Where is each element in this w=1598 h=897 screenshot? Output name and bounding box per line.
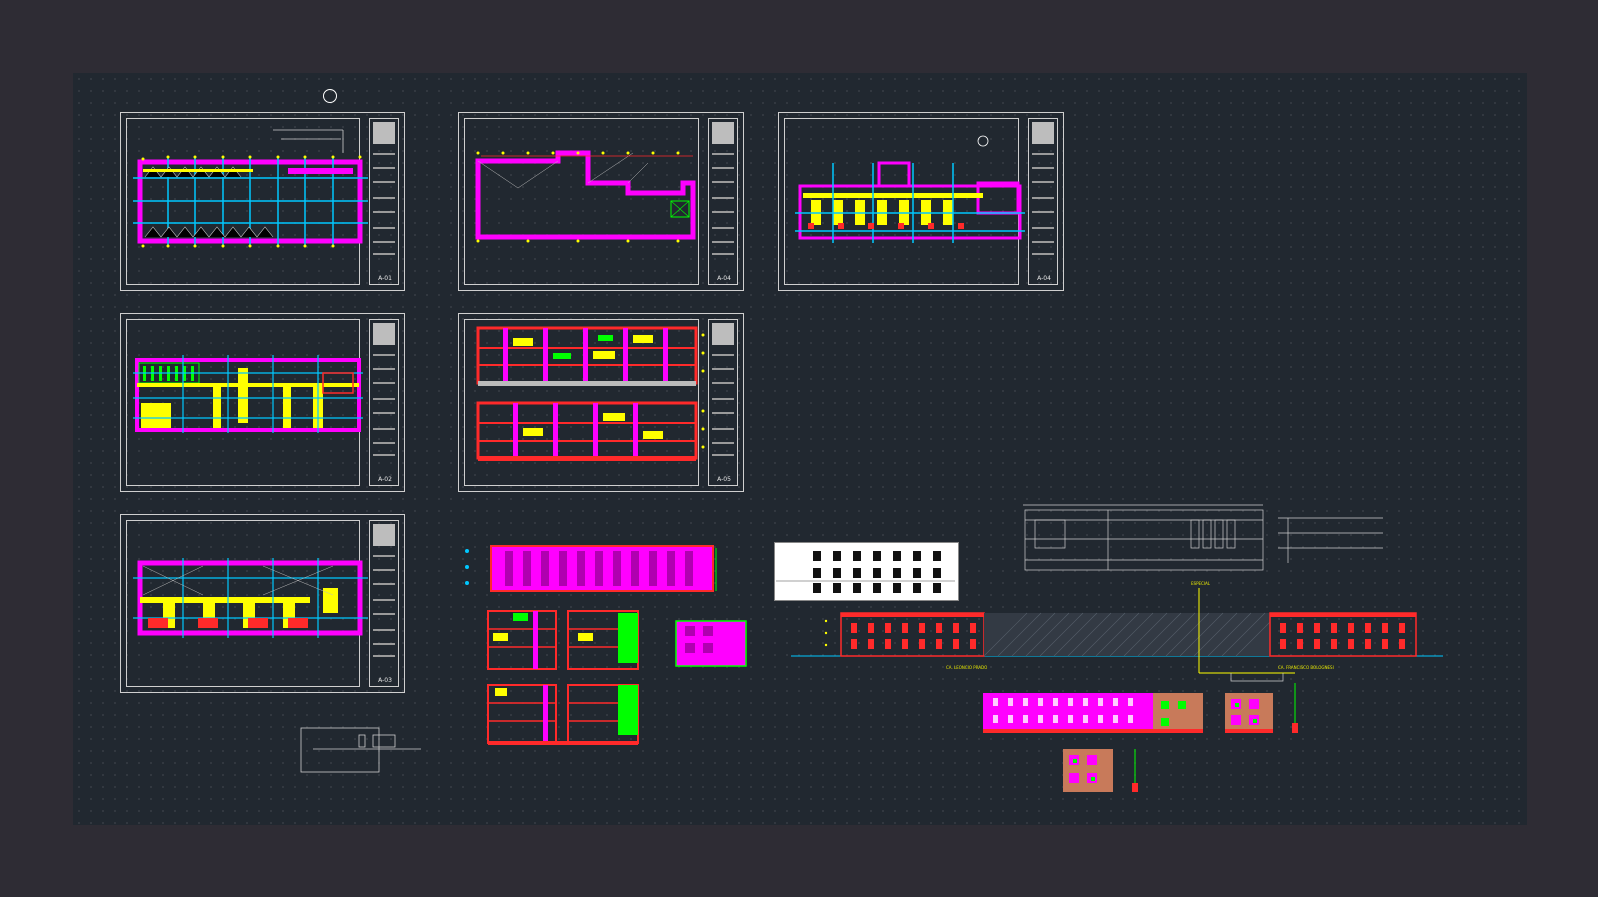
floor-plan-a01 [133,129,368,248]
sections-a05 [476,326,705,461]
street-label-left: CA. LEONCIO PRADO [946,665,988,670]
plan-a04-right [795,135,1025,243]
street-label-right: CA. FRANCISCO BOLOGNESI [1278,665,1334,670]
center-label: ESPECIAL [1191,581,1210,586]
detail-small [300,727,421,773]
floor-plan-a03 [133,558,368,638]
cad-geometry [133,129,1443,792]
section-details [487,610,747,745]
drawing-canvas[interactable]: A-01 A-04 A-04 A-02 A-05 A-03 CA. LEONCI… [73,73,1527,825]
facade-white-lines [776,551,955,593]
floor-plan-a02 [133,355,363,433]
facades-bottom-right [983,683,1298,792]
elevation-center [465,545,717,592]
roof-plan-a04 [475,150,696,243]
elevation-outline-top [1023,504,1383,571]
long-elevation [791,588,1443,682]
